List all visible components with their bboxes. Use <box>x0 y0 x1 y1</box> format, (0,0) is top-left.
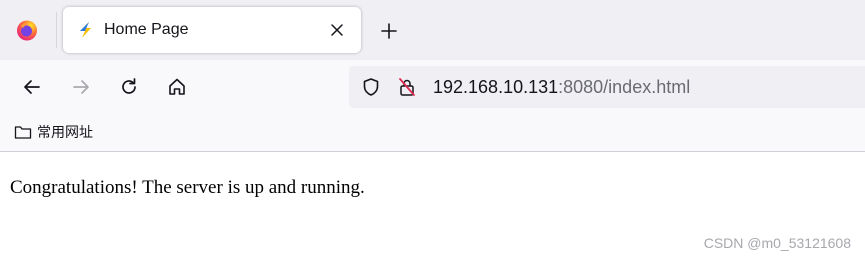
url-text[interactable]: 192.168.10.131:8080/index.html <box>433 76 690 98</box>
shield-icon[interactable] <box>360 76 382 98</box>
firefox-icon[interactable] <box>8 11 46 49</box>
page-content: Congratulations! The server is up and ru… <box>0 152 865 261</box>
tab-divider <box>56 12 57 48</box>
plus-icon[interactable] <box>374 16 404 46</box>
tab-strip: Home Page <box>0 0 865 60</box>
browser-window: Home Page 192.168.10.131:8080/index.html… <box>0 0 865 261</box>
bookmarks-toolbar: 常用网址 <box>0 114 865 152</box>
url-host: 192.168.10.131 <box>433 77 559 97</box>
bookmark-folder-item[interactable]: 常用网址 <box>14 121 93 143</box>
watermark: CSDN @m0_53121608 <box>703 235 851 251</box>
folder-icon <box>14 124 32 140</box>
insecure-lock-icon[interactable] <box>396 76 418 98</box>
navigation-toolbar: 192.168.10.131:8080/index.html <box>0 60 865 114</box>
forward-arrow-icon[interactable] <box>65 71 97 103</box>
tab-home-page[interactable]: Home Page <box>63 7 361 53</box>
page-message: Congratulations! The server is up and ru… <box>10 177 365 198</box>
url-path: :8080/index.html <box>558 77 691 97</box>
back-arrow-icon[interactable] <box>16 71 48 103</box>
tab-title: Home Page <box>104 21 189 38</box>
lightning-favicon-icon <box>76 21 94 39</box>
reload-icon[interactable] <box>113 71 145 103</box>
url-bar[interactable]: 192.168.10.131:8080/index.html <box>349 66 865 108</box>
bookmark-folder-label: 常用网址 <box>37 124 93 140</box>
close-icon[interactable] <box>327 20 347 40</box>
home-icon[interactable] <box>161 71 193 103</box>
